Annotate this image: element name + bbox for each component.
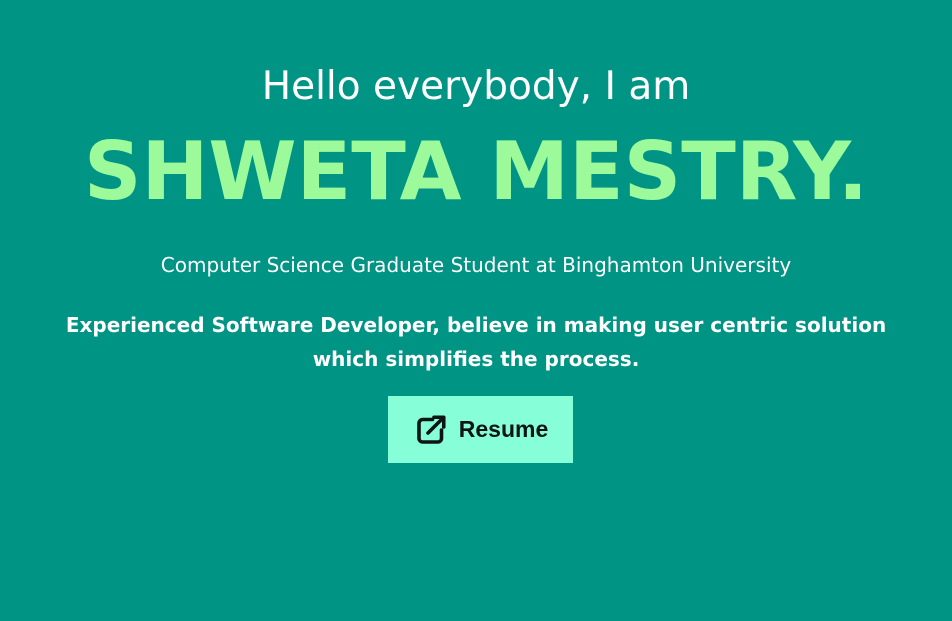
tagline-text: Experienced Software Developer, believe …: [65, 313, 887, 371]
greeting-heading: Hello everybody, I am: [261, 64, 691, 109]
subtitle-text: Computer Science Graduate Student at Bin…: [160, 253, 792, 277]
resume-button[interactable]: Resume: [388, 396, 573, 463]
external-link-icon: [413, 412, 449, 448]
hero-section: Hello everybody, I am SHWETA MESTRY. Com…: [0, 0, 952, 621]
resume-button-label: Resume: [458, 416, 549, 442]
name-heading: SHWETA MESTRY.: [83, 125, 869, 218]
